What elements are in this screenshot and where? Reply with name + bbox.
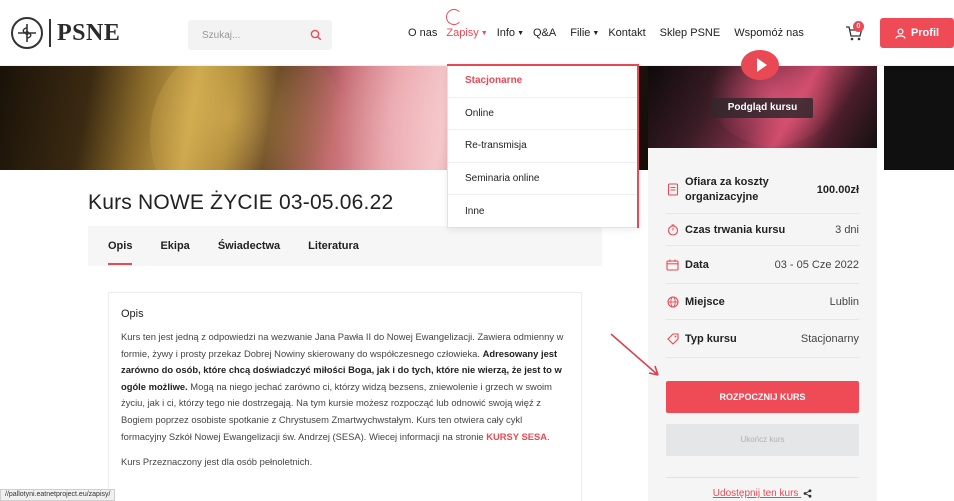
nav-label: Wspomóż nas <box>734 27 804 39</box>
hero-right-edge <box>884 66 954 170</box>
stopwatch-icon <box>666 223 679 236</box>
loading-spinner-icon <box>446 9 462 25</box>
nav-label: Filie <box>570 27 591 39</box>
sidebar-label: Miejsce <box>685 295 725 308</box>
sidebar-row-type: Typ kursu Stacjonarny <box>666 320 859 358</box>
play-button[interactable] <box>741 50 779 80</box>
play-icon <box>756 58 767 72</box>
profile-button[interactable]: Profil <box>880 18 954 48</box>
share-label: Udostępnij ten kurs <box>712 488 799 499</box>
nav-item-qa[interactable]: Q&A <box>533 27 556 39</box>
dropdown-item-inne[interactable]: Inne <box>448 195 638 228</box>
nav-label: Zapisy <box>446 27 479 39</box>
calendar-icon <box>666 258 679 271</box>
sidebar-value-type: Stacjonarny <box>800 332 859 345</box>
sidebar-label: Ofiara za koszty organizacyjne <box>685 175 769 203</box>
nav-item-info[interactable]: Info ▼ <box>497 27 524 39</box>
nav-item-sklep[interactable]: Sklep PSNE <box>660 27 721 39</box>
user-icon <box>895 27 906 39</box>
sidebar-value-date: 03 - 05 Cze 2022 <box>774 258 859 271</box>
nav-label: Q&A <box>533 27 557 39</box>
share-course-link[interactable]: Udostępnij ten kurs <box>666 488 859 499</box>
nav-label: Sklep PSNE <box>659 27 721 39</box>
tab-ekipa[interactable]: Ekipa <box>160 240 189 252</box>
main-nav: O nas Zapisy ▼ Info ▼ Q&A Filie ▼ Kontakt S… <box>408 27 813 39</box>
course-tabs: Opis Ekipa Świadectwa Literatura <box>88 226 602 266</box>
annotation-arrow-icon <box>610 333 659 376</box>
sidebar-value-location: Lublin <box>829 295 859 308</box>
status-bar-url: //pallotyni.eatnetproject.eu/zapisy/ <box>0 489 116 501</box>
search-input[interactable] <box>202 29 310 41</box>
dropdown-accent-top <box>447 64 639 66</box>
finish-course-button[interactable]: Ukończ kurs <box>666 424 859 456</box>
chevron-down-icon: ▼ <box>592 29 600 37</box>
nav-item-zapisy[interactable]: Zapisy ▼ <box>446 27 487 39</box>
nav-item-o-nas[interactable]: O nas <box>408 27 437 39</box>
dropdown-item-seminaria-online[interactable]: Seminaria online <box>448 163 638 196</box>
sidebar-row-date: Data 03 - 05 Cze 2022 <box>666 246 859 284</box>
sidebar-row-duration: Czas trwania kursu 3 dni <box>666 214 859 246</box>
search-icon[interactable] <box>310 29 322 41</box>
share-divider <box>666 477 859 478</box>
tab-literatura[interactable]: Literatura <box>308 240 359 252</box>
nav-item-wspomoz[interactable]: Wspomóż nas <box>734 27 804 39</box>
dropdown-item-stacjonarne[interactable]: Stacjonarne <box>448 65 638 98</box>
nav-item-kontakt[interactable]: Kontakt <box>608 27 645 39</box>
cart-count-badge: 0 <box>853 21 864 32</box>
tag-icon <box>666 332 679 345</box>
nav-item-filie[interactable]: Filie ▼ <box>570 27 599 39</box>
dropdown-item-online[interactable]: Online <box>448 98 638 131</box>
globe-icon <box>666 295 679 308</box>
dropdown-accent-right <box>637 64 639 228</box>
zapisy-dropdown-menu: Stacjonarne Online Re-transmisja Seminar… <box>447 64 639 228</box>
description-age-note: Kurs Przeznaczony jest dla osób pełnolet… <box>121 456 313 468</box>
tab-swiadectwa[interactable]: Świadectwa <box>218 240 280 252</box>
sidebar-value-duration: 3 dni <box>835 223 859 236</box>
logo-divider <box>49 19 51 47</box>
description-text: Kurs ten jest jedną z odpowiedzi na wezw… <box>121 329 569 445</box>
sidebar-label: Czas trwania kursu <box>685 223 786 236</box>
dropdown-item-re-transmisja[interactable]: Re-transmisja <box>448 130 638 163</box>
chevron-down-icon: ▼ <box>480 29 488 37</box>
sidebar-row-fee: Ofiara za koszty organizacyjne 100.00zł <box>666 166 859 214</box>
sidebar-row-location: Miejsce Lublin <box>666 284 859 320</box>
sidebar-label: Data <box>685 258 709 271</box>
nav-label: O nas <box>408 27 438 39</box>
description-card: Opis Kurs ten jest jedną z odpowiedzi na… <box>108 292 582 501</box>
share-icon <box>803 489 812 498</box>
sidebar-value-fee: 100.00zł <box>816 183 859 196</box>
kursy-sesa-link[interactable]: KURSY SESA <box>486 431 547 442</box>
chevron-down-icon: ▼ <box>517 29 524 37</box>
site-logo[interactable]: PSNE <box>11 17 120 49</box>
description-heading: Opis <box>121 308 144 320</box>
profile-label: Profil <box>910 27 940 39</box>
hero-petal <box>150 66 350 170</box>
nav-label: Kontakt <box>608 27 646 39</box>
nav-label: Info <box>496 27 516 39</box>
course-title: Kurs NOWE ŻYCIE 03-05.06.22 <box>88 191 394 214</box>
receipt-icon <box>666 183 679 196</box>
start-course-button[interactable]: ROZPOCZNIJ KURS <box>666 381 859 413</box>
logo-emblem-icon <box>11 17 43 49</box>
preview-label: Podgląd kursu <box>712 98 813 118</box>
description-segment: . <box>547 430 550 442</box>
sidebar-label: Typ kursu <box>685 332 737 345</box>
tab-opis[interactable]: Opis <box>108 240 133 265</box>
logo-text: PSNE <box>57 19 121 46</box>
search-box[interactable] <box>188 20 332 50</box>
